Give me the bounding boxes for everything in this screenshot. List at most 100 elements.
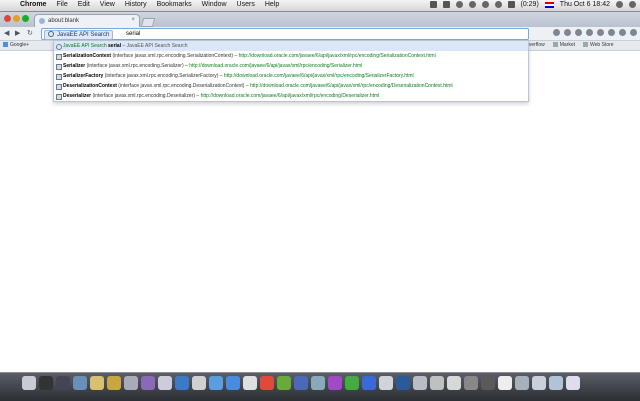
battery-time[interactable]: (0:29): [521, 1, 539, 8]
dock-app-icon[interactable]: [294, 376, 308, 390]
battery-icon[interactable]: [507, 1, 515, 8]
menu-list: Chrome File Edit View History Bookmarks …: [20, 1, 279, 8]
menu-chrome[interactable]: Chrome: [20, 1, 46, 8]
extension-icon-3[interactable]: [575, 29, 582, 36]
status-app-icon-2[interactable]: [442, 1, 450, 8]
extension-icons: [553, 29, 637, 36]
dock-app-icon[interactable]: [345, 376, 359, 390]
toolbar: ◀ ▶ ↻ JavaEE API Search serial: [0, 27, 640, 41]
dock-app-icon[interactable]: [107, 376, 121, 390]
search-icon: [56, 44, 62, 50]
suggestion-keyword-desc: – JavaEE API Search Search: [121, 43, 188, 49]
dock-app-icon[interactable]: [175, 376, 189, 390]
menu-view[interactable]: View: [100, 1, 115, 8]
dock-app-icon[interactable]: [90, 376, 104, 390]
dock-app-icon[interactable]: [243, 376, 257, 390]
dock-app-icon[interactable]: [362, 376, 376, 390]
back-button[interactable]: ◀: [4, 29, 9, 37]
dock-app-icon[interactable]: [260, 376, 274, 390]
dock-app-icon[interactable]: [413, 376, 427, 390]
user-icon[interactable]: [616, 1, 623, 8]
dock-app-icon[interactable]: [277, 376, 291, 390]
search-icon: [48, 31, 54, 37]
bluetooth-icon[interactable]: [468, 1, 476, 8]
dock-icons: [22, 376, 580, 390]
menu-help[interactable]: Help: [265, 1, 279, 8]
bookmark-google-plus[interactable]: Google+: [3, 42, 29, 48]
dock-app-icon[interactable]: [73, 376, 87, 390]
extension-icon-2[interactable]: [564, 29, 571, 36]
suggestion-keyword: JavaEE API Search: [63, 43, 107, 49]
dock-app-icon[interactable]: [549, 376, 563, 390]
menubar-clock[interactable]: Thu Oct 6 18:42: [560, 1, 610, 8]
dock-app-icon[interactable]: [447, 376, 461, 390]
menu-edit[interactable]: Edit: [78, 1, 90, 8]
dock-app-icon[interactable]: [226, 376, 240, 390]
tab-close-icon[interactable]: ×: [131, 17, 135, 23]
status-area: (0:29) Thu Oct 6 18:42: [429, 1, 636, 8]
dock-app-icon[interactable]: [328, 376, 342, 390]
page-content: [0, 51, 640, 371]
bookmark-market[interactable]: Market: [552, 42, 576, 48]
tab-favicon-icon: [39, 18, 45, 24]
dock-app-icon[interactable]: [124, 376, 138, 390]
dock-app-icon[interactable]: [209, 376, 223, 390]
extension-icon-4[interactable]: [586, 29, 593, 36]
status-app-icon[interactable]: [429, 1, 437, 8]
window-close-button[interactable]: [4, 15, 11, 22]
dock-app-icon[interactable]: [430, 376, 444, 390]
tab-about-blank[interactable]: about:blank ×: [34, 14, 140, 28]
web-store-icon: [583, 42, 589, 47]
extension-icon-7[interactable]: [619, 29, 626, 36]
tab-title: about:blank: [48, 18, 80, 24]
extension-icon-1[interactable]: [553, 29, 560, 36]
menu-users[interactable]: Users: [237, 1, 255, 8]
dock-app-icon[interactable]: [481, 376, 495, 390]
volume-icon[interactable]: [494, 1, 502, 8]
window-minimize-button[interactable]: [13, 15, 20, 22]
google-plus-icon: [3, 42, 8, 47]
extension-icon-5[interactable]: [597, 29, 604, 36]
menu-file[interactable]: File: [56, 1, 67, 8]
bookmarks-right: Overflow Market Web Store: [525, 42, 614, 48]
wrench-menu-icon[interactable]: [630, 29, 637, 36]
clock-icon[interactable]: [455, 1, 463, 8]
dock-app-icon[interactable]: [311, 376, 325, 390]
input-source-flag-icon[interactable]: [544, 1, 554, 8]
dock-app-icon[interactable]: [498, 376, 512, 390]
window-zoom-button[interactable]: [22, 15, 29, 22]
bookmark-web-store[interactable]: Web Store: [583, 42, 614, 48]
dock-app-icon[interactable]: [515, 376, 529, 390]
dock-app-icon[interactable]: [158, 376, 172, 390]
dock-app-icon[interactable]: [56, 376, 70, 390]
dock-app-icon[interactable]: [39, 376, 53, 390]
dock-app-icon[interactable]: [566, 376, 580, 390]
tab-strip: about:blank ×: [0, 12, 640, 28]
menu-history[interactable]: History: [125, 1, 147, 8]
search-keyword-chip[interactable]: JavaEE API Search: [44, 30, 114, 40]
dock-app-icon[interactable]: [396, 376, 410, 390]
suggestion-keyword-search[interactable]: JavaEE API Search serial – JavaEE API Se…: [54, 41, 528, 51]
reload-button[interactable]: ↻: [27, 29, 33, 37]
extension-icon-6[interactable]: [608, 29, 615, 36]
dock-app-icon[interactable]: [141, 376, 155, 390]
bookmark-google-plus-label: Google+: [10, 42, 30, 48]
new-tab-button[interactable]: [140, 18, 156, 27]
bookmark-web-store-label: Web Store: [590, 42, 614, 48]
dock: [0, 372, 640, 401]
dock-app-icon[interactable]: [379, 376, 393, 390]
omnibox-query[interactable]: serial: [126, 30, 140, 38]
menu-bookmarks[interactable]: Bookmarks: [157, 1, 192, 8]
dock-app-icon[interactable]: [22, 376, 36, 390]
wifi-icon[interactable]: [481, 1, 489, 8]
dock-app-icon[interactable]: [192, 376, 206, 390]
forward-button[interactable]: ▶: [15, 29, 20, 37]
suggestion-query: serial: [106, 43, 122, 49]
spotlight-icon[interactable]: [629, 1, 636, 8]
dock-app-icon[interactable]: [464, 376, 478, 390]
bookmark-market-label: Market: [559, 42, 576, 48]
omnibox[interactable]: JavaEE API Search serial: [41, 28, 529, 40]
dock-app-icon[interactable]: [532, 376, 546, 390]
menu-window[interactable]: Window: [202, 1, 227, 8]
market-icon: [552, 42, 558, 47]
